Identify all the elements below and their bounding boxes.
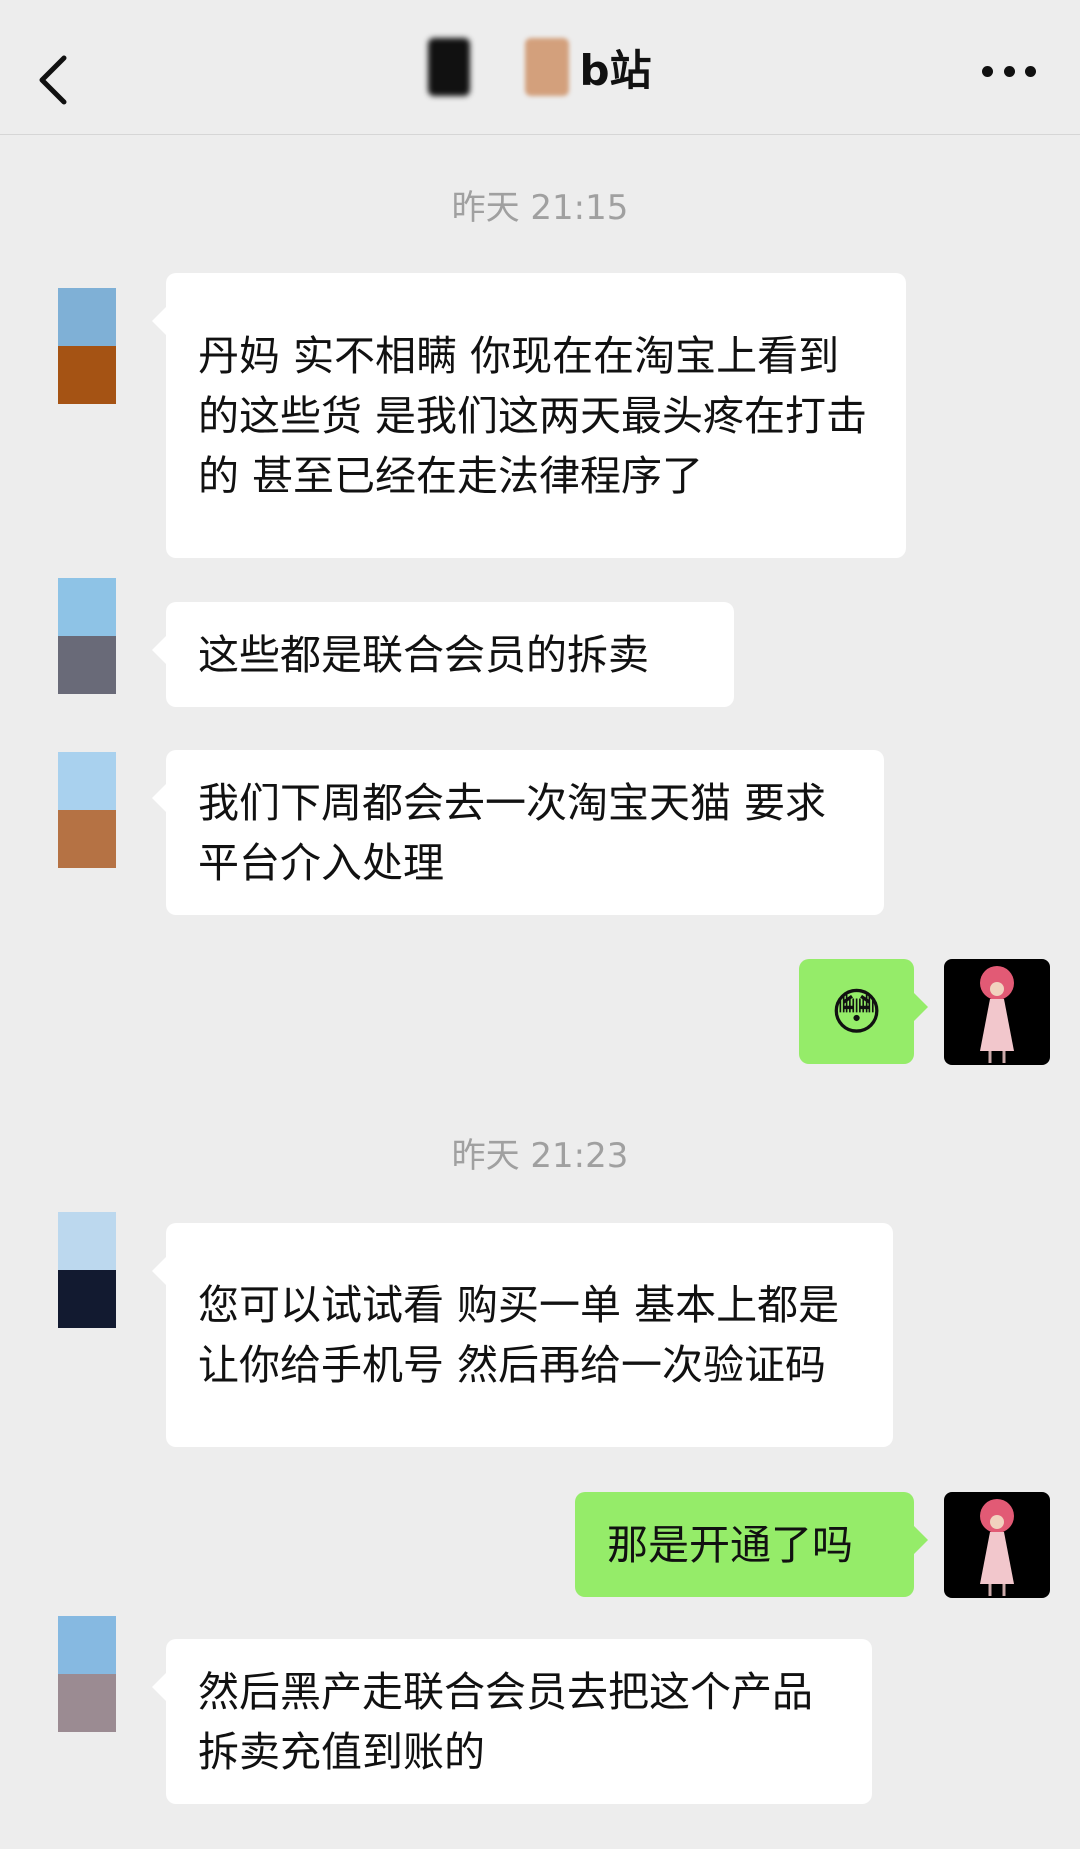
chat-header: b站 — [0, 0, 1080, 135]
chat-title-area: b站 — [0, 0, 1080, 134]
timestamp: 昨天 21:23 — [451, 1136, 629, 1176]
contact-avatar[interactable] — [58, 1212, 116, 1328]
avatar-figure-icon — [980, 1499, 1014, 1596]
message-bubble-self[interactable]: 😳 — [799, 959, 928, 1064]
message-bubble[interactable]: 这些都是联合会员的拆卖 — [152, 602, 734, 707]
contact-avatar[interactable] — [58, 578, 116, 694]
message-bubble[interactable]: 您可以试试看 购买一单 基本上都是让你给手机号 然后再给一次验证码 — [152, 1223, 893, 1447]
self-avatar[interactable] — [944, 1492, 1050, 1598]
more-icon[interactable] — [982, 62, 1036, 80]
contact-avatar[interactable] — [58, 288, 116, 404]
contact-avatar[interactable] — [58, 752, 116, 868]
self-avatar[interactable] — [944, 959, 1050, 1065]
chat-title: b站 — [579, 45, 652, 95]
message-text: 这些都是联合会员的拆卖 — [198, 630, 649, 679]
message-text: 然后黑产走联合会员去把这个产品拆卖充值到账的 — [198, 1667, 813, 1776]
timestamp: 昨天 21:15 — [451, 188, 629, 228]
message-bubble[interactable]: 然后黑产走联合会员去把这个产品拆卖充值到账的 — [152, 1639, 872, 1804]
message-bubble[interactable]: 我们下周都会去一次淘宝天猫 要求平台介入处理 — [152, 750, 884, 915]
message-bubble-self[interactable]: 那是开通了吗 — [575, 1492, 928, 1597]
message-text: 您可以试试看 购买一单 基本上都是让你给手机号 然后再给一次验证码 — [198, 1281, 840, 1389]
avatar-figure-icon — [980, 966, 1014, 1063]
message-bubble[interactable]: 丹妈 实不相瞒 你现在在淘宝上看到的这些货 是我们这两天最头疼在打击的 甚至已经… — [152, 273, 906, 558]
message-text: 那是开通了吗 — [607, 1520, 853, 1569]
blurred-name-fragment — [428, 38, 471, 96]
message-text: 丹妈 实不相瞒 你现在在淘宝上看到的这些货 是我们这两天最头疼在打击的 甚至已经… — [198, 331, 868, 500]
flushed-face-emoji: 😳 — [830, 982, 883, 1041]
message-text: 我们下周都会去一次淘宝天猫 要求平台介入处理 — [198, 778, 827, 887]
contact-avatar[interactable] — [58, 1616, 116, 1732]
blurred-name-fragment — [525, 38, 570, 96]
